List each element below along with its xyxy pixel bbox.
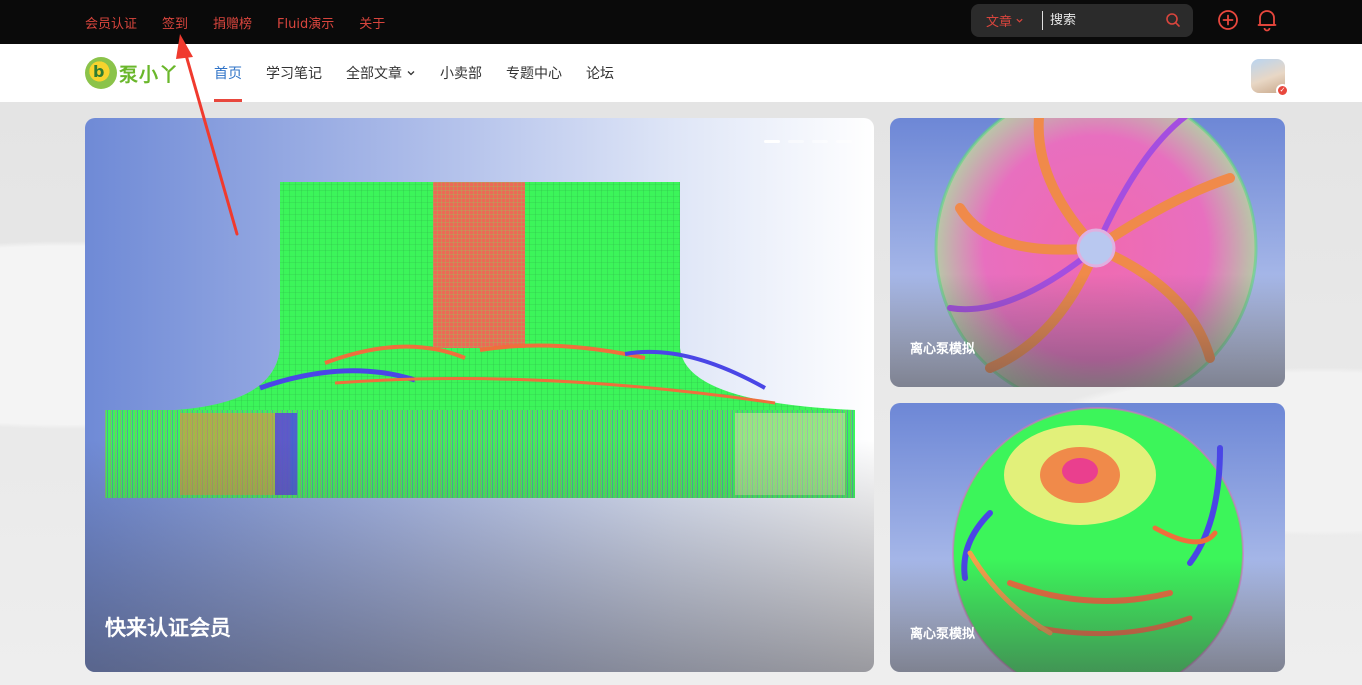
search-type-label: 文章 [986,15,1013,30]
search-input[interactable] [1050,13,1160,28]
search-icon[interactable] [1165,12,1181,28]
chevron-down-icon [407,71,415,76]
carousel-main-slide[interactable]: 快来认证会员 [85,118,874,672]
main-nav: b 泵小丫 首页 学习笔记 全部文章 小卖部 专题中心 论坛 ✓ [0,44,1362,102]
nav-item-study-notes[interactable]: 学习笔记 [266,44,322,102]
logo-mark: b [85,57,117,89]
search-divider [1042,11,1043,30]
top-link-member-auth[interactable]: 会员认证 [85,13,137,32]
nav-item-shop[interactable]: 小卖部 [440,44,482,102]
nav-item-home[interactable]: 首页 [214,44,242,102]
top-link-fluid-demo[interactable]: Fluid演示 [277,13,334,32]
carousel-indicators [756,140,852,143]
logo-text: 泵小丫 [119,63,180,86]
top-links: 会员认证 签到 捐赠榜 Fluid演示 关于 [85,0,410,44]
chevron-down-icon [1016,18,1023,23]
search-box: 文章 [971,4,1193,37]
carousel-caption: 快来认证会员 [105,616,231,640]
side-card-caption: 离心泵模拟 [910,342,976,357]
nav-item-all-articles[interactable]: 全部文章 [346,44,416,102]
top-bar: 会员认证 签到 捐赠榜 Fluid演示 关于 文章 [0,0,1362,44]
nav-menu: 首页 学习笔记 全部文章 小卖部 专题中心 论坛 [214,44,638,102]
nav-item-all-articles-label: 全部文章 [346,66,402,82]
site-logo[interactable]: b 泵小丫 [85,57,179,89]
carousel-dot[interactable] [836,140,852,143]
side-card-2[interactable]: 离心泵模拟 [890,403,1285,672]
side-card-caption: 离心泵模拟 [910,627,976,642]
carousel-dot[interactable] [812,140,828,143]
plus-circle-icon[interactable] [1217,9,1239,31]
search-type-select[interactable]: 文章 [986,11,1042,30]
verified-badge-icon: ✓ [1276,84,1289,97]
carousel-dot[interactable] [764,140,780,143]
caption-shade [890,274,1285,387]
top-link-checkin[interactable]: 签到 [162,13,188,32]
top-link-about[interactable]: 关于 [359,13,385,32]
top-link-donation[interactable]: 捐赠榜 [213,13,252,32]
nav-item-topics[interactable]: 专题中心 [506,44,562,102]
bell-icon[interactable] [1256,8,1278,32]
caption-shade [890,559,1285,672]
side-card-1[interactable]: 离心泵模拟 [890,118,1285,387]
user-avatar[interactable]: ✓ [1251,59,1289,97]
carousel-dot[interactable] [788,140,804,143]
nav-item-forum[interactable]: 论坛 [586,44,614,102]
